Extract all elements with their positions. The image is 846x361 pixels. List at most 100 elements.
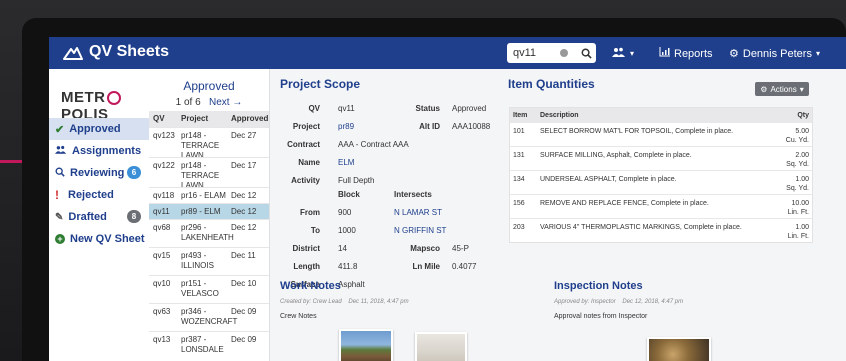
field-label: Ln Mile: [412, 262, 440, 271]
list-item[interactable]: qv122 pr148 - TERRACE LAWN Dec 17: [149, 157, 269, 190]
sidebar-item-approved[interactable]: ✔ Approved: [49, 118, 149, 140]
table-row[interactable]: 131 SURFACE MILLING, Asphalt, Complete i…: [510, 146, 812, 170]
item-quantities-title: Item Quantities: [508, 77, 595, 91]
item-number: 131: [513, 152, 525, 159]
qty-unit: Sq. Yd.: [786, 161, 809, 168]
sidebar-item-reviewing[interactable]: Reviewing 6: [49, 162, 149, 184]
list-item-project: pr296 - LAKENHEATH: [181, 223, 234, 242]
sidebar-item-assignments[interactable]: Assignments: [49, 140, 149, 162]
bar-chart-icon: [659, 47, 670, 60]
qty-unit: Lin. Ft.: [787, 233, 809, 240]
item-qty: 1.00 Sq. Yd.: [786, 175, 809, 193]
field-label: Status: [415, 104, 440, 113]
gear-icon: ⚙: [729, 48, 739, 60]
field-label: Mapsco: [410, 244, 440, 253]
app-screen: QV Sheets qv11 ▾ Reports ⚙ Dennis Peters…: [49, 37, 846, 361]
clear-search-icon[interactable]: [560, 49, 568, 57]
item-description: SURFACE MILLING, Asphalt, Complete in pl…: [540, 152, 692, 159]
field-label: Length: [293, 262, 320, 271]
top-navbar: QV Sheets qv11 ▾ Reports ⚙ Dennis Peters…: [49, 37, 846, 69]
reports-label: Reports: [674, 47, 713, 60]
sidebar-item-label: New QV Sheet: [70, 233, 145, 245]
exclamation-icon: !: [55, 188, 59, 202]
item-number: 101: [513, 128, 525, 135]
list-item-selected[interactable]: qv11 pr89 - ELM Dec 12: [149, 203, 269, 220]
sidebar-item-new-qv-sheet[interactable]: + New QV Sheet: [49, 228, 149, 250]
item-qty: 2.00 Sq. Yd.: [786, 151, 809, 169]
item-qty: 10.00 Lin. Ft.: [788, 199, 809, 217]
app-brand[interactable]: QV Sheets: [63, 43, 169, 61]
qty-value: 5.00: [795, 128, 809, 135]
actions-label: Actions: [770, 84, 797, 94]
qty-unit: Lin. Ft.: [787, 209, 809, 216]
search-button[interactable]: [576, 43, 596, 63]
field-label: To: [310, 226, 320, 235]
user-menu[interactable]: ⚙ Dennis Peters ▾: [729, 47, 820, 61]
chevron-down-icon: ▾: [799, 84, 804, 94]
sidebar-item-drafted[interactable]: ✎ Drafted 8: [49, 206, 149, 228]
list-item[interactable]: qv68 pr296 - LAKENHEATH Dec 12: [149, 219, 269, 248]
reviewing-count-badge: 6: [127, 166, 141, 179]
search-box[interactable]: qv11: [507, 43, 596, 63]
item-description: VARIOUS 4" THERMOPLASTIC MARKINGS, Compl…: [540, 224, 742, 231]
sidebar-item-rejected[interactable]: ! Rejected: [49, 184, 149, 206]
sidebar-item-label: Rejected: [68, 189, 114, 201]
list-item-date: Dec 27: [231, 131, 257, 140]
list-item[interactable]: qv15 pr493 - ILLINOIS Dec 11: [149, 247, 269, 276]
project-link[interactable]: pr89: [338, 122, 354, 131]
column-header-approved[interactable]: Approved: [231, 114, 268, 124]
table-row[interactable]: 101 SELECT BORROW MAT'L FOR TOPSOIL, Com…: [510, 122, 812, 146]
search-icon: [55, 167, 65, 180]
search-input[interactable]: qv11: [507, 47, 560, 59]
next-page-link[interactable]: Next →: [209, 97, 242, 108]
actions-dropdown-button[interactable]: ⚙ Actions ▾: [755, 82, 809, 96]
work-notes-title: Work Notes: [280, 280, 341, 292]
work-photo-thumbnail[interactable]: [415, 332, 467, 361]
inspection-photo-thumbnail[interactable]: [647, 337, 711, 361]
surface-value: Asphalt: [338, 280, 365, 289]
users-icon: [55, 145, 67, 157]
work-notes-body: Crew Notes: [280, 313, 317, 320]
reports-link[interactable]: Reports: [659, 47, 713, 60]
work-notes-meta: Created by: Crew Lead Dec 11, 2018, 4:47…: [280, 299, 409, 305]
column-header-description[interactable]: Description: [540, 111, 579, 120]
column-header-project[interactable]: Project: [181, 114, 208, 124]
plus-circle-icon: +: [55, 234, 65, 244]
list-item-project: pr151 - VELASCO: [181, 279, 219, 298]
gear-icon: ⚙: [760, 84, 768, 94]
list-item[interactable]: qv13 pr387 - LONSDALE Dec 09: [149, 331, 269, 361]
app-title: QV Sheets: [89, 43, 170, 60]
list-item-qv: qv118: [153, 191, 175, 200]
sidebar-item-label: Reviewing: [70, 167, 125, 179]
work-photo-thumbnail[interactable]: [339, 329, 393, 361]
item-number: 203: [513, 224, 525, 231]
from-street-link[interactable]: N LAMAR ST: [394, 208, 442, 217]
item-description: SELECT BORROW MAT'L FOR TOPSOIL, Complet…: [540, 128, 734, 135]
item-qty: 5.00 Cu. Yd.: [786, 127, 809, 145]
list-item-date: Dec 11: [231, 251, 256, 260]
column-header-item[interactable]: Item: [513, 111, 527, 120]
list-item[interactable]: qv10 pr151 - VELASCO Dec 10: [149, 275, 269, 304]
name-link[interactable]: ELM: [338, 158, 354, 167]
list-item[interactable]: qv123 pr148 - TERRACE LAWN Dec 27: [149, 127, 269, 160]
approved-list-panel: Approved 1 of 6 Next → QV Project Approv…: [149, 69, 270, 361]
item-quantities-table: Item Description Qty 101 SELECT BORROW M…: [509, 107, 813, 243]
list-item[interactable]: qv118 pr16 - ELAM Dec 12: [149, 187, 269, 204]
table-row[interactable]: 134 UNDERSEAL ASPHALT, Complete in place…: [510, 170, 812, 194]
qty-value: 2.00: [795, 152, 809, 159]
list-item-date: Dec 12: [231, 223, 257, 232]
table-row[interactable]: 156 REMOVE AND REPLACE FENCE, Complete i…: [510, 194, 812, 218]
column-header-qty[interactable]: Qty: [797, 111, 809, 120]
qty-value: 10.00: [791, 200, 809, 207]
notes-date: Dec 11, 2018, 4:47 pm: [348, 299, 409, 305]
list-item[interactable]: qv63 pr346 - WOZENCRAFT Dec 09: [149, 303, 269, 332]
list-item-qv: qv15: [153, 251, 171, 260]
column-header-qv[interactable]: QV: [153, 114, 165, 124]
to-street-link[interactable]: N GRIFFIN ST: [394, 226, 446, 235]
ln-mile-value: 0.4077: [452, 262, 477, 271]
table-row[interactable]: 203 VARIOUS 4" THERMOPLASTIC MARKINGS, C…: [510, 218, 812, 242]
users-menu[interactable]: ▾: [612, 47, 634, 60]
qty-value: 1.00: [795, 224, 809, 231]
pagination: 1 of 6 Next →: [149, 97, 269, 108]
list-item-project: pr387 - LONSDALE: [181, 335, 224, 354]
